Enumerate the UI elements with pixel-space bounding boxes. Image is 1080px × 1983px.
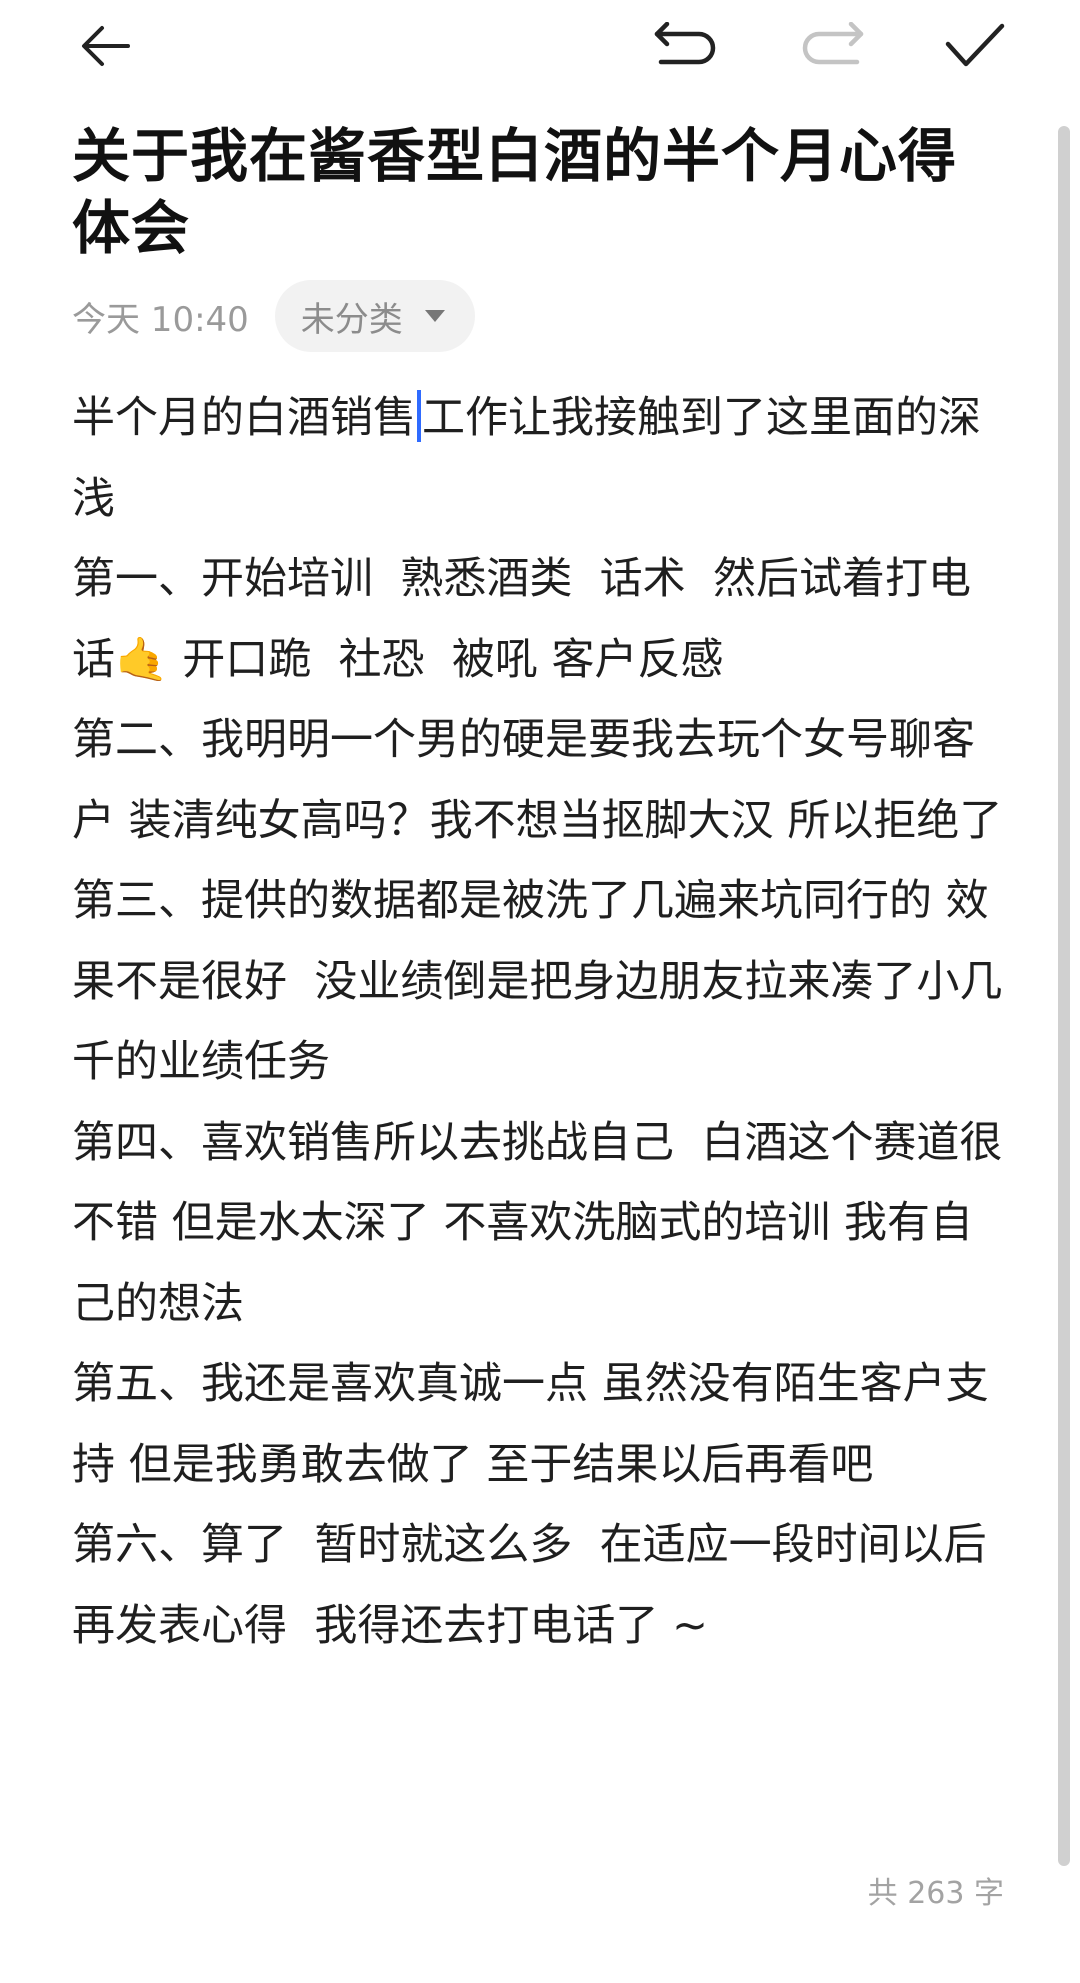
redo-button[interactable] [792,6,872,86]
scrollbar[interactable] [1058,126,1070,1866]
editor-toolbar [0,0,1080,100]
note-timestamp: 今天 10:40 [72,299,249,340]
back-button[interactable] [66,6,146,86]
redo-icon [802,22,864,65]
triangle-down-icon [424,310,445,322]
undo-icon [654,22,716,65]
paragraph: 第四、喜欢销售所以去挑战自己 白酒这个赛道很不错 但是水太深了 不喜欢洗脑式的培… [72,1117,1003,1329]
category-dropdown[interactable]: 未分类 [274,280,475,352]
note-meta: 今天 10:40 未分类 [72,280,475,352]
note-title[interactable]: 关于我在酱香型白酒的半个月心得体会 [72,120,1002,264]
word-count: 共 263 字 [867,1876,1004,1911]
note-body-editor[interactable]: 半个月的白酒销售 工作让我接触到了这里面的深浅 第一、开始培训 熟悉酒类 话术 然… [72,378,1012,1818]
paragraph-text-before-caret: 半个月的白酒销售 [72,393,416,443]
paragraph: 第五、我还是喜欢真诚一点 虽然没有陌生客户支持 但是我勇敢去做了 至于结果以后再… [72,1359,989,1490]
text-cursor [417,390,421,442]
paragraph: 第一、开始培训 熟悉酒类 话术 然后试着打电话🤙 开口跪 社恐 被吼 客户反感 [72,554,972,685]
check-icon [945,23,1005,67]
done-button[interactable] [935,6,1015,86]
paragraph: 第二、我明明一个男的硬是要我去玩个女号聊客户 装清纯女高吗？我不想当抠脚大汉 所… [72,715,1003,846]
paragraph: 第六、算了 暂时就这么多 在适应一段时间以后再发表心得 我得还去打电话了 ~ [72,1520,987,1651]
paragraph: 第三、提供的数据都是被洗了几遍来坑同行的 效果不是很好 没业绩倒是把身边朋友拉来… [72,876,1003,1087]
paragraph: 半个月的白酒销售 工作让我接触到了这里面的深浅 [72,378,1012,539]
arrow-left-icon [82,26,130,66]
category-label: 未分类 [300,299,403,340]
undo-button[interactable] [646,6,726,86]
